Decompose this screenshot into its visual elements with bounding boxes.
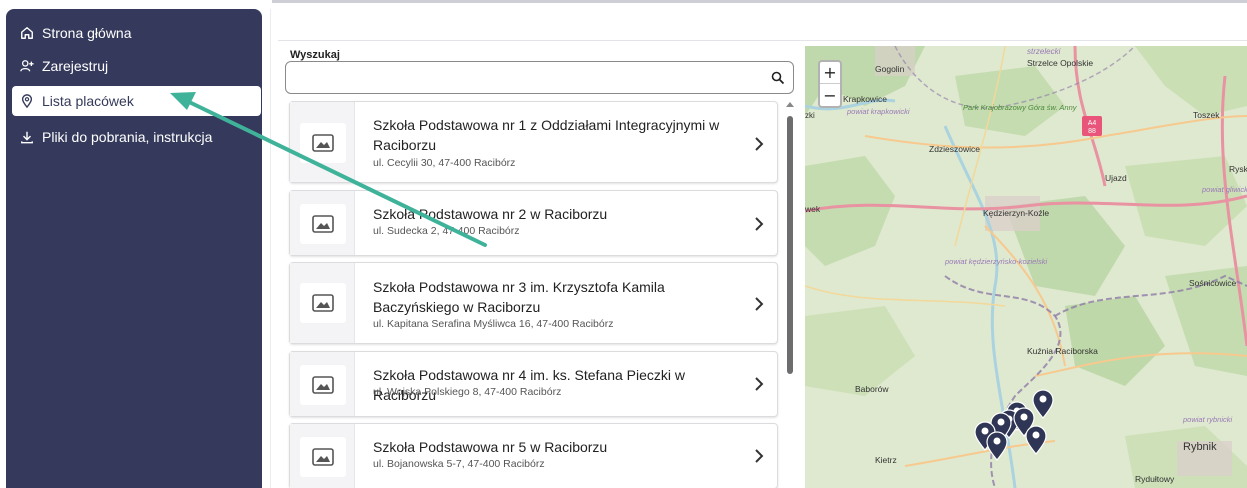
search-icon[interactable] bbox=[771, 71, 785, 85]
map-label: Rysk bbox=[1229, 164, 1247, 174]
map-label: zki bbox=[805, 111, 815, 120]
list-item-address: ul. Cecylii 30, 47-400 Racibórz bbox=[373, 157, 516, 169]
list-item[interactable]: Szkoła Podstawowa nr 4 im. ks. Stefana P… bbox=[289, 351, 778, 417]
map-road-label: A4 bbox=[1088, 120, 1097, 127]
image-placeholder-icon bbox=[300, 123, 346, 163]
sidebar-item-label: Lista placówek bbox=[42, 93, 134, 109]
map-tiles: A4 88 strzelecki Strzelce Opolskie Gogol… bbox=[805, 46, 1247, 488]
chevron-right-icon[interactable] bbox=[754, 376, 764, 392]
map-label: Kuźnia Raciborska bbox=[1027, 346, 1098, 356]
map-label: powiat krapkowicki bbox=[846, 107, 910, 116]
map-label: powiat rybnicki bbox=[1182, 415, 1233, 424]
map-label: powiat kędzierzyńsko-kozielski bbox=[944, 257, 1047, 266]
list-item-address: ul. Bojanowska 5-7, 47-400 Racibórz bbox=[373, 458, 545, 470]
map-label: powiat gliwicki bbox=[1201, 185, 1247, 194]
image-placeholder-icon bbox=[300, 283, 346, 323]
list-item-address: ul. Wojska Polskiego 8, 47-400 Racibórz bbox=[373, 386, 562, 398]
zoom-out-button[interactable]: − bbox=[820, 84, 840, 106]
map-label: Ujazd bbox=[1105, 173, 1127, 183]
chevron-right-icon[interactable] bbox=[754, 136, 764, 152]
thumbnail-column bbox=[290, 102, 355, 182]
thumbnail-column bbox=[290, 352, 355, 416]
zoom-in-button[interactable]: + bbox=[820, 62, 840, 84]
thumbnail-column bbox=[290, 263, 355, 343]
image-placeholder-icon bbox=[300, 204, 346, 244]
chevron-right-icon[interactable] bbox=[754, 448, 764, 464]
map-label: wek bbox=[805, 204, 821, 214]
map-label: Zdzieszowice bbox=[929, 144, 980, 154]
map-marker-icon[interactable] bbox=[986, 431, 1008, 461]
image-placeholder-icon bbox=[300, 437, 346, 477]
sidebar-item-label: Strona główna bbox=[42, 25, 132, 41]
map-label: Rydułtowy bbox=[1135, 474, 1175, 484]
list-item[interactable]: Szkoła Podstawowa nr 1 z Oddziałami Inte… bbox=[289, 101, 778, 183]
thumbnail-column bbox=[290, 191, 355, 255]
sidebar-item-label: Zarejestruj bbox=[42, 58, 109, 74]
list-item-title: Szkoła Podstawowa nr 3 im. Krzysztofa Ka… bbox=[373, 279, 665, 315]
map-label: strzelecki bbox=[1027, 47, 1061, 56]
list-item[interactable]: Szkoła Podstawowa nr 3 im. Krzysztofa Ka… bbox=[289, 262, 778, 344]
location-pin-icon bbox=[21, 94, 33, 108]
thumbnail-column bbox=[290, 424, 355, 488]
map-label: Krapkowice bbox=[843, 94, 887, 104]
scroll-up-arrow-icon[interactable] bbox=[786, 102, 794, 107]
sidebar-item-label: Pliki do pobrania, instrukcja bbox=[42, 129, 213, 145]
list-item-title: Szkoła Podstawowa nr 4 im. ks. Stefana P… bbox=[373, 367, 686, 403]
sidebar: Strona główna Zarejestruj Lista placówek… bbox=[6, 9, 262, 488]
map-marker-icon[interactable] bbox=[1025, 425, 1047, 455]
map-label: Rybnik bbox=[1183, 441, 1217, 453]
map-label: Toszek bbox=[1193, 110, 1220, 120]
search-label: Wyszukaj bbox=[290, 49, 340, 61]
map-label: Kędzierzyn-Koźle bbox=[983, 208, 1049, 218]
map-label: Baborów bbox=[855, 384, 889, 394]
map-label: Kietrz bbox=[875, 455, 897, 465]
sidebar-item-downloads[interactable]: Pliki do pobrania, instrukcja bbox=[12, 122, 261, 152]
list-item[interactable]: Szkoła Podstawowa nr 5 w Raciborzu ul. B… bbox=[289, 423, 778, 488]
list-item-title: Szkoła Podstawowa nr 2 w Raciborzu bbox=[373, 206, 608, 222]
chevron-right-icon[interactable] bbox=[754, 216, 764, 232]
list-item-title: Szkoła Podstawowa nr 5 w Raciborzu bbox=[373, 439, 608, 455]
list-item-address: ul. Sudecka 2, 47-400 Racibórz bbox=[373, 225, 520, 237]
map-label: Sośnicowice bbox=[1189, 278, 1237, 288]
chevron-right-icon[interactable] bbox=[754, 296, 764, 312]
map-label: Park Krajobrazowy Góra św. Anny bbox=[963, 103, 1078, 112]
scrollbar-thumb[interactable] bbox=[787, 116, 793, 374]
map[interactable]: A4 88 strzelecki Strzelce Opolskie Gogol… bbox=[805, 46, 1247, 488]
image-placeholder-icon bbox=[300, 365, 346, 405]
list-item[interactable]: Szkoła Podstawowa nr 2 w Raciborzu ul. S… bbox=[289, 190, 778, 256]
divider bbox=[278, 40, 1247, 41]
download-icon bbox=[21, 131, 33, 144]
map-label: Gogolin bbox=[875, 64, 905, 74]
sidebar-item-home[interactable]: Strona główna bbox=[12, 18, 261, 48]
map-label: Strzelce Opolskie bbox=[1027, 58, 1093, 68]
sidebar-item-register[interactable]: Zarejestruj bbox=[12, 51, 261, 81]
sidebar-item-facilities-list[interactable]: Lista placówek bbox=[12, 86, 261, 116]
user-plus-icon bbox=[20, 60, 34, 72]
list-item-title: Szkoła Podstawowa nr 1 z Oddziałami Inte… bbox=[373, 117, 720, 153]
map-marker-icon[interactable] bbox=[1032, 389, 1054, 419]
list-item-address: ul. Kapitana Serafina Myśliwca 16, 47-40… bbox=[373, 318, 614, 330]
map-road-label: 88 bbox=[1088, 128, 1096, 135]
top-accent-line bbox=[272, 0, 1247, 3]
search-field[interactable] bbox=[285, 61, 794, 94]
home-icon bbox=[21, 27, 33, 39]
search-input[interactable] bbox=[294, 68, 764, 88]
map-zoom-controls: + − bbox=[818, 60, 842, 108]
